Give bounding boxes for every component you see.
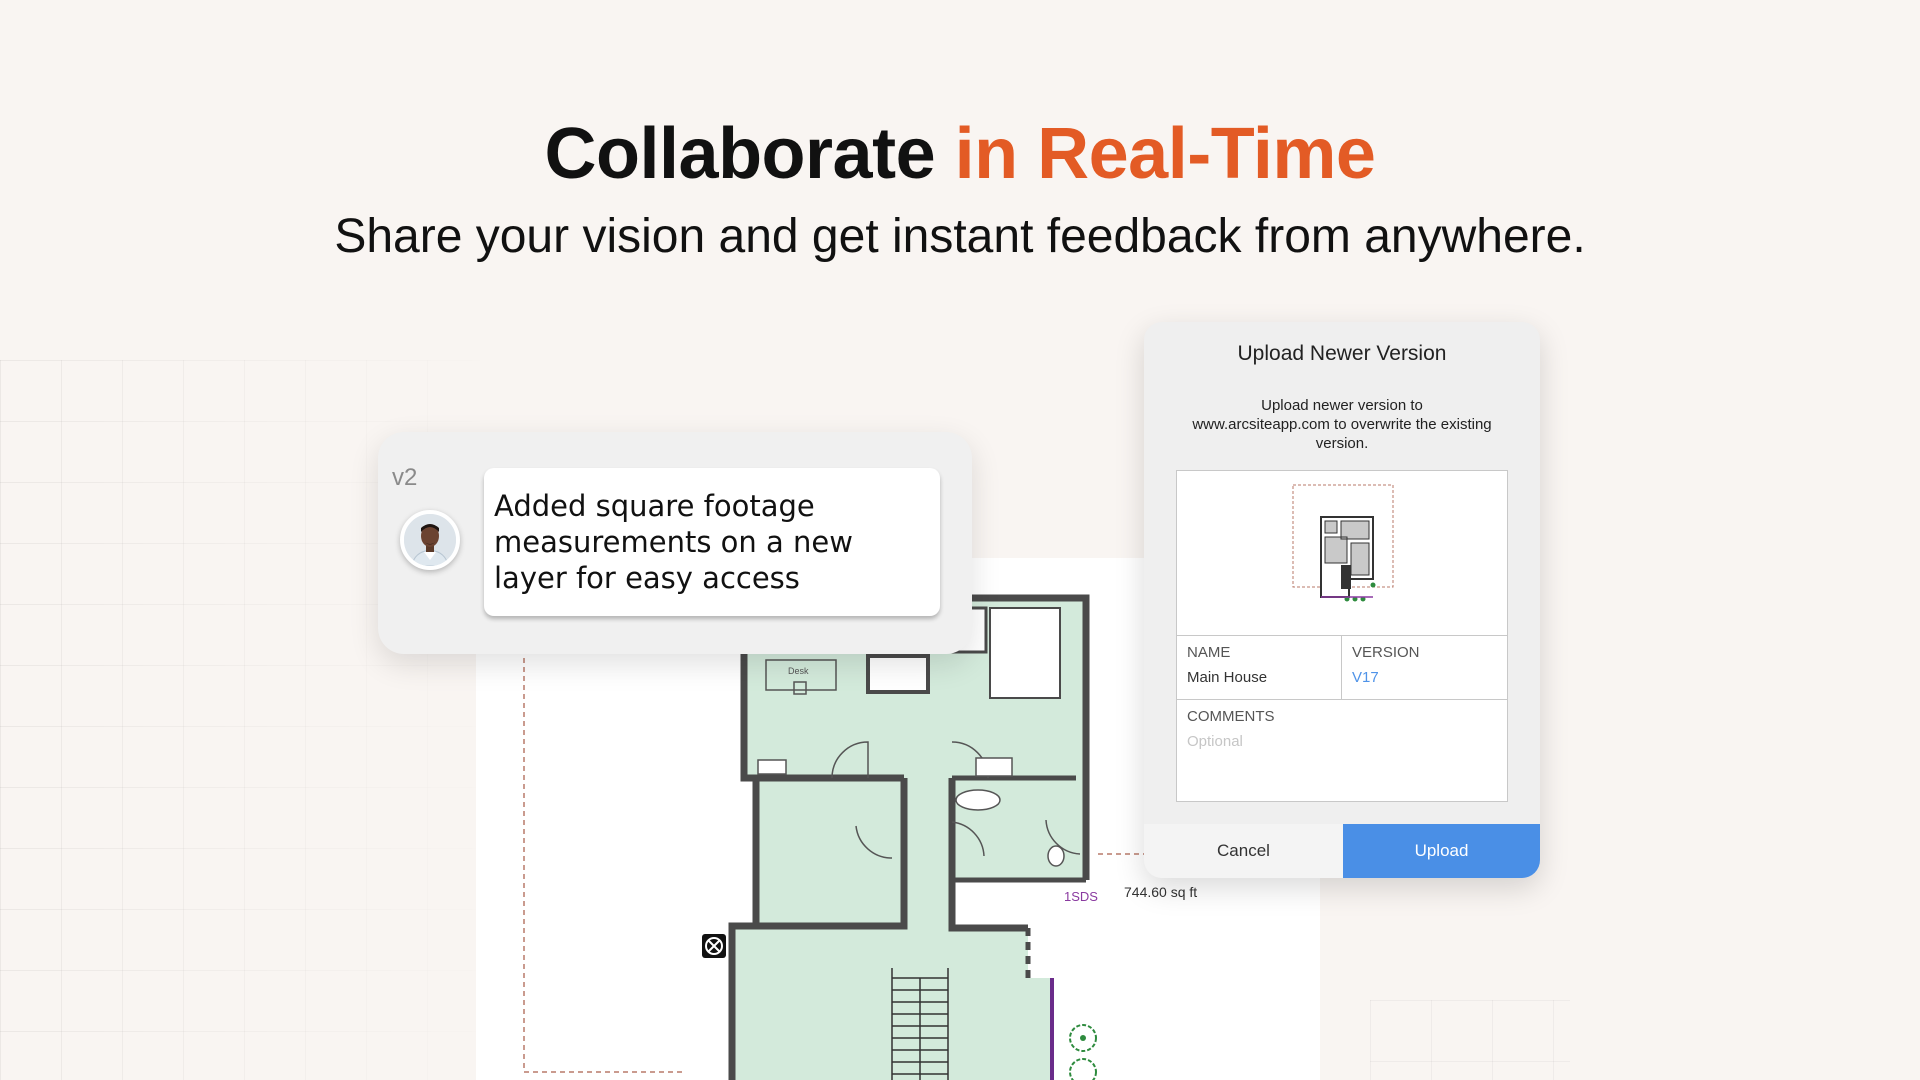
comments-field[interactable]: COMMENTS Optional [1177,699,1507,801]
comments-placeholder: Optional [1187,733,1243,750]
desk-label: Desk [788,666,809,676]
background-grid-right [1370,1000,1570,1080]
upload-form: NAME Main House VERSION V17 COMMENTS Opt… [1176,470,1508,802]
page-title: Collaborate in Real-Time [0,112,1920,196]
name-label: NAME [1187,644,1231,661]
comment-card: v2 Added square footage measurements on … [378,432,972,654]
page-subtitle: Share your vision and get instant feedba… [334,210,1586,263]
upload-dialog: Upload Newer Version Upload newer versio… [1144,322,1540,878]
comment-bubble: Added square footage measurements on a n… [484,468,940,616]
layer-label: 1SDS [1064,889,1098,904]
user-avatar-icon [404,514,456,566]
version-label: VERSION [1352,644,1420,661]
plan-thumbnail [1177,471,1507,636]
name-field[interactable]: NAME Main House [1177,635,1342,699]
dialog-title: Upload Newer Version [1237,342,1447,365]
title-main: Collaborate [544,114,936,194]
version-field[interactable]: VERSION V17 [1342,635,1507,699]
dialog-message: Upload newer version to www.arcsiteapp.c… [1192,397,1492,452]
floorplan-thumbnail-icon [1292,484,1394,602]
title-accent: in Real-Time [954,114,1376,194]
name-value: Main House [1187,669,1268,686]
cancel-button[interactable]: Cancel [1144,824,1343,878]
area-label: 744.60 sq ft [1124,884,1197,900]
avatar [400,510,460,570]
name-version-row: NAME Main House VERSION V17 [1177,635,1507,700]
comment-text: Added square footage measurements on a n… [494,489,853,595]
upload-button[interactable]: Upload [1343,824,1540,878]
version-tag: v2 [392,464,418,491]
comments-label: COMMENTS [1187,708,1275,725]
version-value: V17 [1352,669,1379,686]
